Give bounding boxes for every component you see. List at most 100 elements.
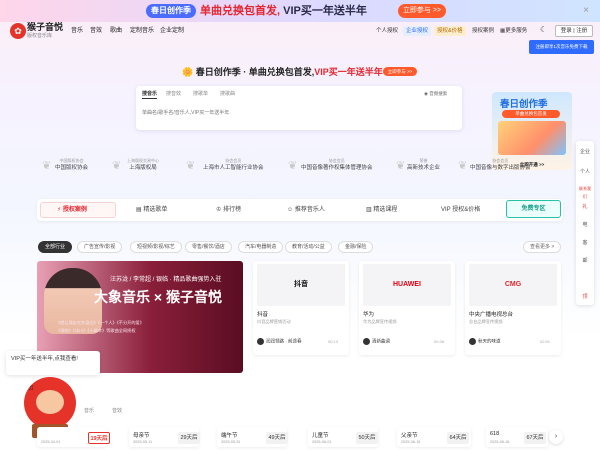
case-name: 华为 <box>363 312 375 318</box>
view-more-button[interactable]: 查看更多 > <box>523 241 562 253</box>
user-icon: ☺ <box>287 207 294 213</box>
chip-auto[interactable]: 汽车/电器制造 <box>238 241 284 253</box>
chip-ad[interactable]: 广告宣传/影视 <box>77 241 123 253</box>
partner-3: 协会会员 上海市人工智能行业协会 <box>203 158 264 171</box>
hero-join-button[interactable]: 立即参与 >> <box>383 67 417 76</box>
toolbar-enterprise[interactable]: 企业 <box>579 148 591 156</box>
case-sub: 抖音品牌营销活动 <box>257 319 291 324</box>
bolt-icon: ⚡ <box>57 207 62 213</box>
logo-title[interactable]: 猴子音悦 <box>27 22 63 33</box>
music-note-icon: ♫ <box>28 383 34 392</box>
tab-musicians[interactable]: ☺ 推荐音乐人 <box>287 205 325 215</box>
tab-license-cases[interactable]: ⚡ 授权案例 <box>57 205 87 215</box>
chip-education[interactable]: 教育/活动/公益 <box>285 241 332 253</box>
festival-name: 618 <box>490 431 500 437</box>
nav-more-services[interactable]: ▦更多服务 <box>500 26 527 36</box>
partner-1: 中国版权协会 中国版权协会 <box>55 158 89 171</box>
toolbar-personal[interactable]: 个人 <box>579 168 591 176</box>
nav-songs[interactable]: 歌曲 <box>110 27 122 35</box>
festival-date: 2025-06-15 <box>401 440 421 444</box>
tab-vip-price[interactable]: VIP 授权&价格 <box>441 205 480 215</box>
login-register-button[interactable]: 登录 | 注册 <box>555 25 593 37</box>
mail-icon[interactable]: 邮 <box>579 257 591 265</box>
free-zone-button[interactable]: 免费专区 <box>506 200 561 218</box>
promo-season-pill: 春日创作季 <box>146 4 196 18</box>
laurel-icon: ❦ <box>112 160 122 172</box>
case-sub: 华为品牌宣传视频 <box>363 319 397 324</box>
nav-license-price[interactable]: 授权&价格 <box>434 26 466 36</box>
tab-courses[interactable]: ▥ 精选课程 <box>366 205 397 215</box>
register-tooltip: 注册即享1次音乐免费下载 <box>529 40 594 54</box>
chip-retail[interactable]: 零售/餐饮/酒店 <box>185 241 232 253</box>
festival-countdown: 19天后 <box>88 432 110 444</box>
gift-icon[interactable]: 礼 <box>579 203 591 211</box>
phone-icon[interactable]: 电 <box>579 221 591 229</box>
moon-icon[interactable]: ☾ <box>540 25 547 34</box>
trophy-icon: ♔ <box>216 207 222 213</box>
nav-custom-music[interactable]: 定制音乐 <box>130 27 154 35</box>
festival-date: 2025-05-31 <box>221 440 241 444</box>
case-name: 中央广播电视总台 <box>469 312 514 318</box>
promo-join-button[interactable]: 立即参与 >> <box>398 4 446 18</box>
festival-date: 2025-05-11 <box>133 440 153 444</box>
nav-license-cases[interactable]: 授权案例 <box>472 26 494 36</box>
festival-name: 母亲节 <box>133 433 150 439</box>
festival-countdown: 50天后 <box>356 432 378 444</box>
banner-line-2: 大象音乐 × 猴子音悦 <box>94 289 222 305</box>
festival-name: 端午节 <box>221 433 238 439</box>
laurel-icon: ❦ <box>396 160 406 172</box>
case-duration: 00:38 <box>434 339 445 344</box>
partner-6: 协会会员 中国音像与数字出版协会 <box>470 158 531 171</box>
case-play-button[interactable]: 清新曲调 <box>363 338 390 345</box>
tab-search-music[interactable]: 搜音乐 <box>142 90 158 99</box>
laurel-icon: ❦ <box>458 160 468 172</box>
book-icon: ▥ <box>366 207 372 213</box>
partner-4: 协会会员 中国音像著作权集体管理协会 <box>301 158 373 171</box>
festival-countdown: 64天后 <box>447 432 469 444</box>
nav-sfx[interactable]: 音效 <box>90 27 102 35</box>
chip-all[interactable]: 全部行业 <box>38 241 73 253</box>
toolbar-contact[interactable]: 联系我们 <box>579 185 591 201</box>
chevron-right-icon[interactable]: › <box>549 430 563 444</box>
logo-icon[interactable]: ✿ <box>10 23 26 39</box>
tab-search-sfx[interactable]: 搜音效 <box>166 90 181 98</box>
support-icon[interactable]: 客 <box>579 239 591 247</box>
back-to-top-icon[interactable]: 顶 <box>579 293 591 301</box>
cmg-logo: CMG <box>469 264 557 306</box>
mic-icon: ◉ <box>424 91 428 96</box>
close-icon[interactable]: × <box>580 5 592 17</box>
partner-5: 荣誉 高新技术企业 <box>407 158 441 171</box>
audio-search-button[interactable]: ◉ 音频搜索 <box>424 90 447 98</box>
case-play-button[interactable]: 润润领路 · 前途春 <box>257 338 302 345</box>
laurel-icon: ❦ <box>186 160 196 172</box>
promo-text: 单曲兑换包首发, VIP买一年送半年 <box>200 5 367 17</box>
chip-shortvideo[interactable]: 短视频/影视/综艺 <box>130 241 182 253</box>
nav-music[interactable]: 音乐 <box>71 27 83 35</box>
search-input[interactable] <box>142 106 454 120</box>
nav-personal-license[interactable]: 个人授权 <box>376 26 398 36</box>
tab-playlists[interactable]: ▤ 精选歌单 <box>136 205 167 215</box>
laurel-icon: ❦ <box>42 160 52 172</box>
tab-search-playlist[interactable]: 搜歌单 <box>193 90 208 98</box>
tab-search-songs[interactable]: 搜歌曲 <box>220 90 235 98</box>
tab-charts[interactable]: ♔ 排行榜 <box>216 205 241 215</box>
bottom-tab-sfx[interactable]: 音效 <box>112 407 122 414</box>
case-play-button[interactable]: 秋天的味道 <box>469 338 501 345</box>
bottom-tab-music[interactable]: 音乐 <box>84 407 94 414</box>
logo-subtitle: 版权音乐库 <box>27 33 53 39</box>
festival-date: 2025-04-01 <box>41 440 61 444</box>
list-icon: ▤ <box>136 207 142 213</box>
nav-enterprise-license[interactable]: 企业授权 <box>403 26 432 36</box>
festival-date: 2025-06-01 <box>312 440 332 444</box>
ad-subtitle: 单曲兑换包首发 <box>502 110 560 118</box>
partner-2: 上海版权交易中心 上海版权局 <box>127 158 159 171</box>
festival-countdown: 67天后 <box>524 432 546 444</box>
chat-bubble[interactable]: VIP买一年送半年,点我查看! <box>6 351 100 375</box>
chip-finance[interactable]: 金融/保险 <box>338 241 374 253</box>
flower-icon: 🌼 <box>182 67 194 77</box>
ad-illustration <box>498 121 566 155</box>
nav-enterprise-custom[interactable]: 企业定制 <box>160 27 184 35</box>
huawei-logo: HUAWEI <box>363 264 451 306</box>
hero-title: 🌼 春日创作季 · 单曲兑换包首发,VIP买一年送半年 <box>182 67 383 77</box>
case-name: 抖音 <box>257 312 269 318</box>
